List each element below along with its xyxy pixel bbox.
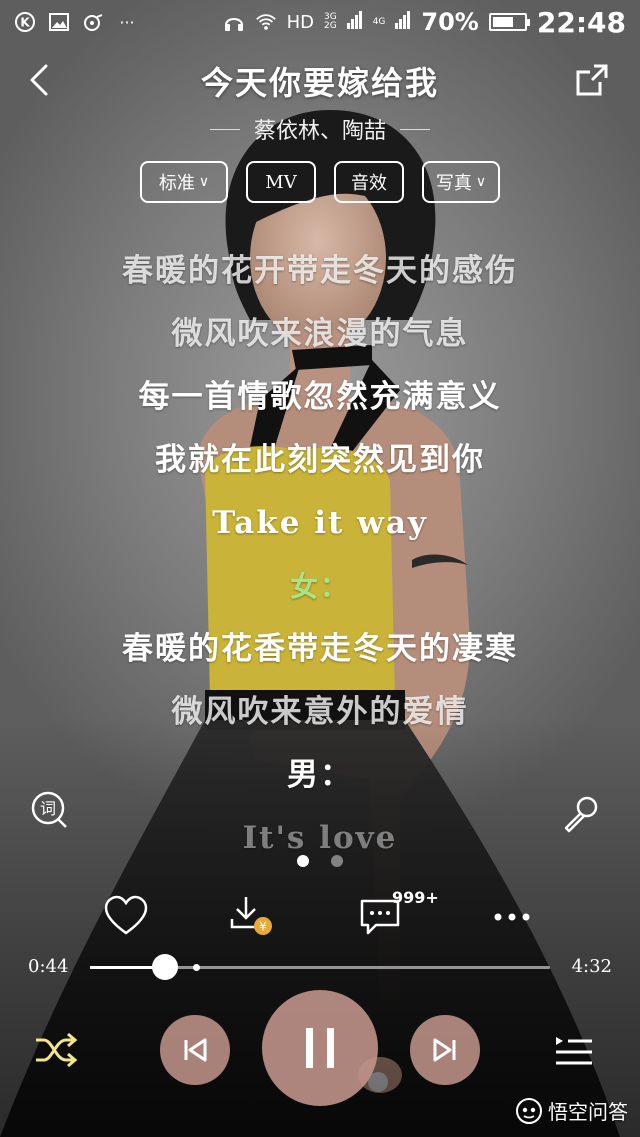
battery-percent: 70% xyxy=(421,8,479,36)
signal-4g: 4G xyxy=(372,17,386,27)
shuffle-button[interactable] xyxy=(34,1030,78,1070)
quality-standard-button[interactable]: 标准 ∨ xyxy=(140,161,228,203)
headphones-icon xyxy=(223,11,245,33)
divider xyxy=(400,128,430,130)
lyric-line: 春暖的花香带走冬天的凄寒 xyxy=(122,631,518,667)
lyric-line: 我就在此刻突然见到你 xyxy=(155,442,485,478)
artist-row: 蔡依林、陶喆 xyxy=(0,113,640,145)
page-dot-active[interactable] xyxy=(297,855,309,867)
playlist-button[interactable] xyxy=(554,1032,594,1068)
lyric-line: 微风吹来浪漫的气息 xyxy=(171,316,469,352)
svg-text:K: K xyxy=(20,16,30,30)
lyrics-ci-icon: 词 xyxy=(31,791,67,828)
page-indicator xyxy=(0,855,640,867)
like-button[interactable] xyxy=(104,895,148,939)
download-icon: ¥ xyxy=(230,897,272,935)
sound-effect-button[interactable]: 音效 xyxy=(334,161,404,203)
more-icon xyxy=(494,913,530,921)
playlist-icon xyxy=(556,1037,592,1065)
watermark: 悟空问答 xyxy=(516,1096,628,1125)
lyric-line: 微风吹来意外的爱情 xyxy=(171,694,469,730)
lyrics-panel[interactable]: 春暖的花开带走冬天的感伤 微风吹来浪漫的气息 每一首情歌忽然充满意义 我就在此刻… xyxy=(0,240,640,870)
shuffle-icon xyxy=(36,1032,78,1068)
lyrics-toggle-button[interactable]: 词 xyxy=(30,790,70,830)
svg-text:¥: ¥ xyxy=(259,920,267,934)
page-dot[interactable] xyxy=(331,855,343,867)
pause-icon xyxy=(306,1028,334,1068)
k-app-icon: K xyxy=(14,11,36,33)
next-button[interactable] xyxy=(410,1015,480,1085)
chevron-down-icon: ∨ xyxy=(198,174,210,190)
previous-button[interactable] xyxy=(160,1015,230,1085)
mv-button[interactable]: MV xyxy=(246,161,316,203)
seek-thumb[interactable] xyxy=(151,954,178,980)
image-icon xyxy=(48,11,70,33)
watermark-text: 悟空问答 xyxy=(548,1100,628,1124)
pause-button[interactable] xyxy=(262,990,378,1106)
lyric-line-current: Take it way xyxy=(212,505,428,541)
current-time: 0:44 xyxy=(28,956,69,977)
more-notify-icon: ··· xyxy=(119,12,135,32)
photo-mode-button[interactable]: 写真 ∨ xyxy=(422,161,500,203)
lyric-singer-label: 女： xyxy=(289,570,350,603)
comment-count-badge: 999+ xyxy=(392,888,439,907)
svg-text:词: 词 xyxy=(40,799,56,818)
more-button[interactable] xyxy=(490,895,534,939)
status-bar: K ··· HD 3G 2G 4G 70% 22:48 xyxy=(0,0,640,44)
wifi-icon xyxy=(255,11,277,33)
microphone-icon xyxy=(564,796,598,833)
network-type: HD xyxy=(286,11,314,33)
download-button[interactable]: ¥ xyxy=(230,895,274,939)
clock: 22:48 xyxy=(536,5,626,39)
total-time: 4:32 xyxy=(571,956,612,977)
share-button[interactable] xyxy=(572,60,612,100)
wukong-logo-icon xyxy=(516,1097,542,1124)
skip-previous-icon xyxy=(184,1038,207,1062)
lyric-singer-label: 男： xyxy=(287,757,353,793)
song-title: 今天你要嫁给我 xyxy=(200,64,439,102)
heart-icon xyxy=(104,895,148,935)
chevron-down-icon: ∨ xyxy=(475,174,487,190)
signal-bars-icon xyxy=(346,10,363,34)
buffer-marker xyxy=(193,964,201,971)
mode-tabs: 标准 ∨ MV 音效 写真 ∨ xyxy=(0,161,640,203)
skip-next-icon xyxy=(433,1038,456,1062)
seek-bar[interactable] xyxy=(90,954,550,980)
share-icon xyxy=(576,64,608,96)
karaoke-button[interactable] xyxy=(560,795,600,835)
lyric-line: 每一首情歌忽然充满意义 xyxy=(138,379,502,415)
battery-icon xyxy=(488,13,530,31)
signal-bars-icon-2 xyxy=(395,10,411,34)
artist-name[interactable]: 蔡依林、陶喆 xyxy=(254,113,386,145)
signal-3g2g: 3G 2G xyxy=(324,12,337,31)
lyric-line: 春暖的花开带走冬天的感伤 xyxy=(122,253,518,289)
divider xyxy=(209,128,240,130)
music-notify-icon xyxy=(82,11,104,33)
